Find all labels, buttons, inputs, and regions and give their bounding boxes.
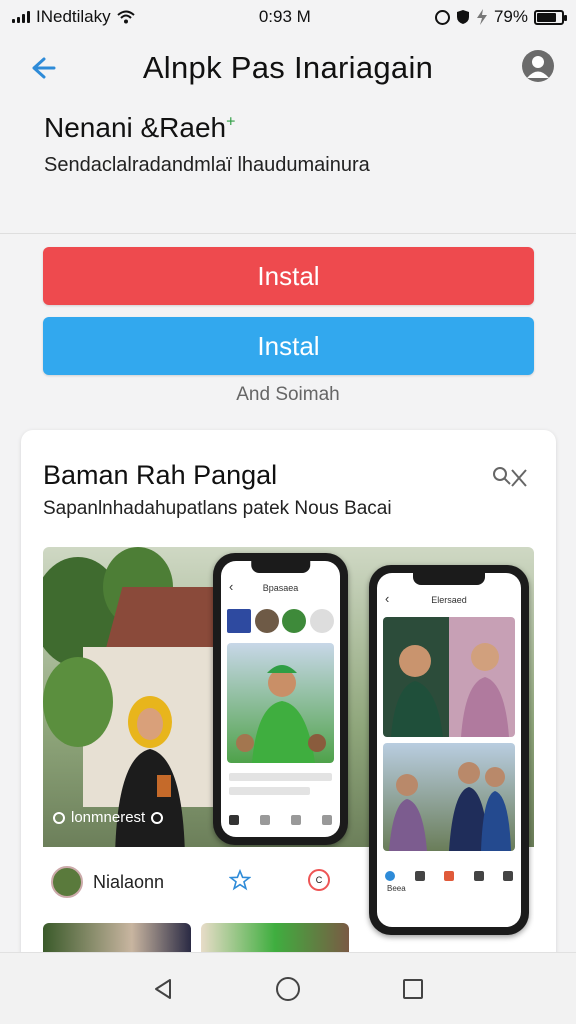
wifi-icon [116, 10, 135, 24]
phone2-photo-top [383, 617, 515, 737]
install-button-blue[interactable]: Instal [43, 317, 534, 375]
status-bar: INedtilaky 0:93 M 79% [0, 0, 576, 34]
profile-avatar-icon[interactable] [522, 50, 554, 82]
alarm-icon [434, 9, 450, 25]
profile-name: Nialaonn [93, 871, 165, 892]
profile-avatar [51, 866, 83, 898]
record-icon[interactable]: C [308, 869, 330, 891]
card-title: Baman Rah Pangal [43, 460, 278, 490]
phone2-header: Elersaed [431, 595, 467, 605]
story-icons [227, 609, 334, 633]
info-icon [151, 811, 164, 824]
carrier-label: INedtilaky [36, 7, 111, 26]
phone2-label: Beea [387, 884, 406, 893]
nav-home-button[interactable] [268, 969, 308, 1009]
star-icon[interactable] [229, 869, 251, 891]
section-title: Nenani &Raeh+ [44, 112, 236, 143]
secondary-link[interactable]: And Soimah [0, 384, 576, 406]
location-icon [53, 811, 65, 824]
signal-icon [12, 11, 30, 23]
profile-row[interactable]: Nialaonn C [43, 847, 349, 917]
phone-mockup-2: ‹ Elersaed Beea [369, 565, 529, 935]
phone1-tabbar [229, 815, 332, 825]
phone-mockup-1: ‹ Bpasaea [213, 553, 348, 845]
shield-icon [456, 10, 469, 24]
status-time: 0:93 M [258, 7, 311, 26]
app-title: Alnpk Pas Inariagain [142, 50, 434, 85]
install-button-red[interactable]: Instal [43, 247, 534, 305]
phone1-photo [227, 643, 334, 763]
charging-icon [476, 9, 487, 25]
battery-percent: 79% [493, 7, 528, 26]
phone1-header: Bpasaea [262, 583, 299, 593]
nav-recents-button[interactable] [393, 969, 433, 1009]
section-subtitle: Sendaclalradandmlaї lhaudumainura [44, 154, 370, 176]
promo-card: Baman Rah Pangal Sapanlnhadahupatlans pa… [21, 430, 556, 990]
card-subtitle: Sapanlnhadahupatlans patek Nous Bacai [43, 498, 392, 519]
app-preview-image: lonmnerest ‹ Bpasaea ‹ Elersaed Beea Nia… [43, 547, 534, 967]
header-section: Nenani &Raeh+ Sendaclalradandmlaї lhaudu… [0, 100, 576, 234]
app-bar: Alnpk Pas Inariagain [0, 40, 576, 96]
nav-back-button[interactable] [143, 969, 183, 1009]
phone2-actionbar [385, 871, 513, 881]
back-arrow-icon[interactable] [26, 52, 58, 84]
plus-mark: + [226, 113, 236, 131]
phone2-photo-bottom [383, 743, 515, 851]
circle-home-icon [275, 976, 300, 1001]
battery-icon [534, 9, 567, 25]
triangle-back-icon [154, 978, 171, 999]
person-figure [115, 696, 185, 857]
system-navigation-bar [0, 952, 576, 1024]
photo-caption: lonmnerest [53, 809, 164, 826]
square-recents-icon [403, 978, 424, 999]
close-icon[interactable] [488, 464, 530, 490]
